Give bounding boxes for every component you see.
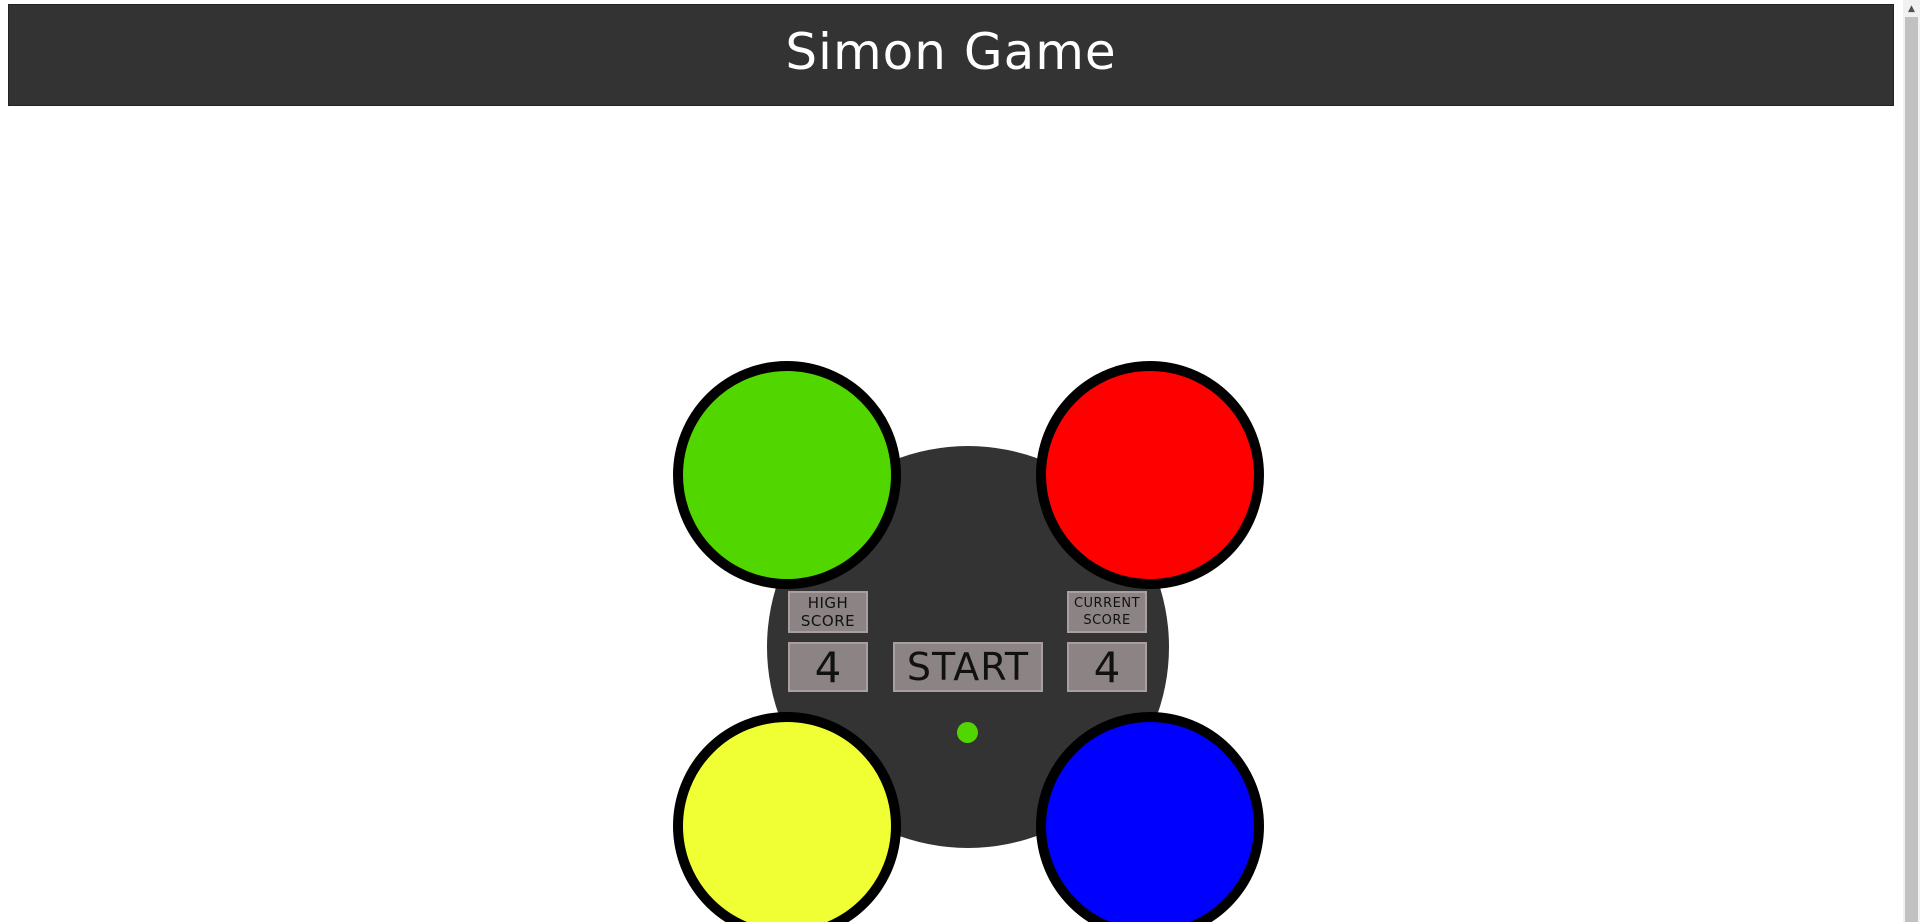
high-score-value: 4	[788, 642, 868, 692]
page: Simon Game HIGH SCORE 4 START CURRENT SC…	[0, 0, 1903, 922]
page-title: Simon Game	[785, 23, 1117, 81]
current-score-value: 4	[1067, 642, 1147, 692]
blue-pad[interactable]	[1036, 712, 1264, 922]
status-led-icon	[957, 722, 978, 743]
scroll-thumb[interactable]	[1905, 17, 1918, 922]
high-score-label: HIGH SCORE	[788, 591, 868, 633]
scroll-up-arrow-icon[interactable]: ▲	[1903, 0, 1920, 17]
green-pad[interactable]	[673, 361, 901, 589]
red-pad[interactable]	[1036, 361, 1264, 589]
current-score-label: CURRENT SCORE	[1067, 591, 1147, 633]
page-header: Simon Game	[8, 4, 1894, 106]
start-button[interactable]: START	[893, 642, 1043, 692]
vertical-scrollbar[interactable]: ▲	[1903, 0, 1920, 922]
